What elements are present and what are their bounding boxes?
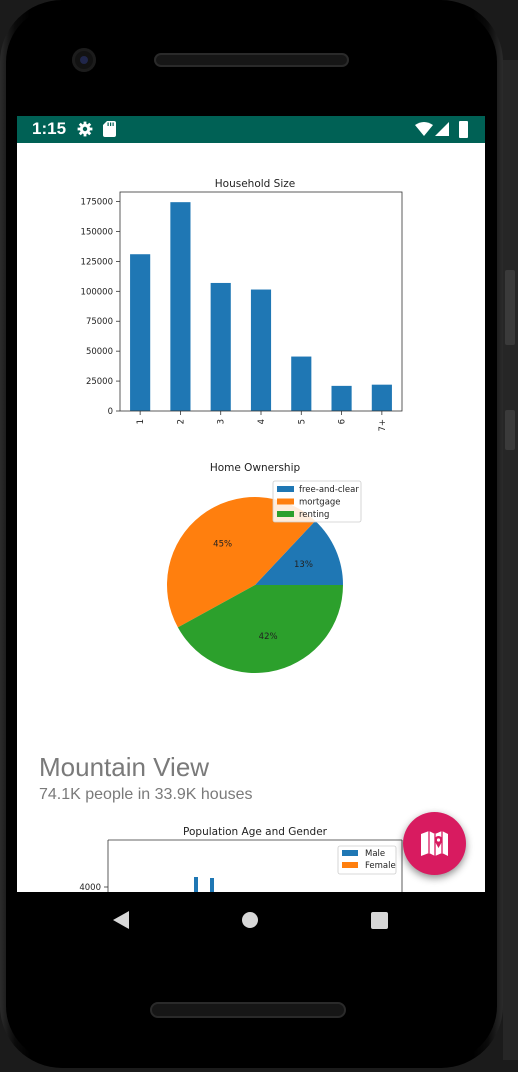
household-bar (130, 254, 151, 411)
navigation-bar (17, 892, 485, 948)
y-tick-label: 4000 (79, 883, 101, 892)
back-icon[interactable] (113, 911, 129, 929)
x-tick-label: 4 (257, 419, 267, 424)
wifi-icon (415, 122, 433, 136)
household-bar (210, 282, 231, 411)
x-tick-label: 5 (297, 419, 307, 424)
phone-side (503, 60, 518, 1060)
y-tick-label: 75000 (86, 317, 113, 327)
pie-pct-label: 42% (259, 632, 278, 642)
y-tick-label: 25000 (86, 377, 113, 387)
y-tick-label: 100000 (81, 287, 113, 297)
map-icon (421, 831, 448, 856)
pie-pct-label: 45% (213, 539, 232, 549)
x-tick-label: 1 (136, 419, 146, 424)
city-summary: 74.1K people in 33.9K houses (39, 786, 253, 803)
y-tick-label: 150000 (81, 227, 113, 237)
sd-card-icon (103, 121, 116, 137)
legend-label: Female (365, 861, 396, 871)
bottom-speaker (150, 1002, 346, 1018)
pie-pct-label: 13% (294, 560, 313, 570)
x-tick-label: 3 (217, 419, 227, 424)
app-screen: 1:15 Household Size 0 25000 50000 75000 … (17, 116, 485, 892)
population-chart-title: Population Age and Gender (183, 826, 328, 838)
y-tick-label: 175000 (81, 198, 113, 208)
status-time: 1:15 (32, 119, 67, 138)
status-bar: 1:15 (17, 116, 485, 143)
legend-label: renting (299, 510, 329, 520)
city-name: Mountain View (39, 752, 210, 782)
home-icon[interactable] (242, 912, 258, 928)
household-size-chart: Household Size 0250005000075000100000125… (81, 178, 403, 432)
legend-swatch (277, 498, 294, 505)
power-button (505, 410, 515, 450)
x-tick-label: 7+ (378, 419, 388, 432)
household-bar (291, 356, 312, 411)
x-tick-label: 2 (176, 419, 186, 424)
gear-icon (77, 121, 93, 137)
y-tick-label: 50000 (86, 347, 113, 357)
cell-signal-icon (435, 122, 449, 136)
legend-label: free-and-clear (299, 485, 359, 495)
y-tick-label: 125000 (81, 257, 113, 267)
ownership-chart-title: Home Ownership (210, 462, 301, 474)
earpiece-speaker (154, 53, 349, 67)
population-bar-male (210, 878, 214, 892)
legend-label: mortgage (299, 498, 341, 508)
x-tick-label: 6 (338, 419, 348, 424)
front-camera-icon (72, 48, 96, 72)
household-bar (331, 385, 352, 411)
volume-button (505, 270, 515, 345)
legend-swatch (277, 486, 294, 492)
phone-frame: 1:15 Household Size 0 25000 50000 75000 … (0, 0, 518, 1072)
battery-icon (459, 121, 468, 138)
y-tick-label: 0 (108, 407, 113, 417)
household-bar (250, 289, 272, 411)
household-chart-title: Household Size (215, 178, 295, 190)
home-ownership-chart: Home Ownership 13% 45% 42% free-and-clear m… (166, 462, 362, 673)
map-fab-button[interactable] (403, 812, 466, 875)
scroll-content[interactable]: Household Size 0 25000 50000 75000 100000 125… (17, 143, 485, 892)
household-bar (170, 202, 191, 411)
legend-swatch (277, 511, 294, 517)
recents-icon[interactable] (371, 912, 388, 929)
legend-swatch (342, 862, 358, 868)
population-bar-male (194, 877, 198, 892)
legend-swatch (342, 850, 358, 856)
legend-label: Male (365, 849, 385, 859)
household-bar (371, 384, 392, 411)
